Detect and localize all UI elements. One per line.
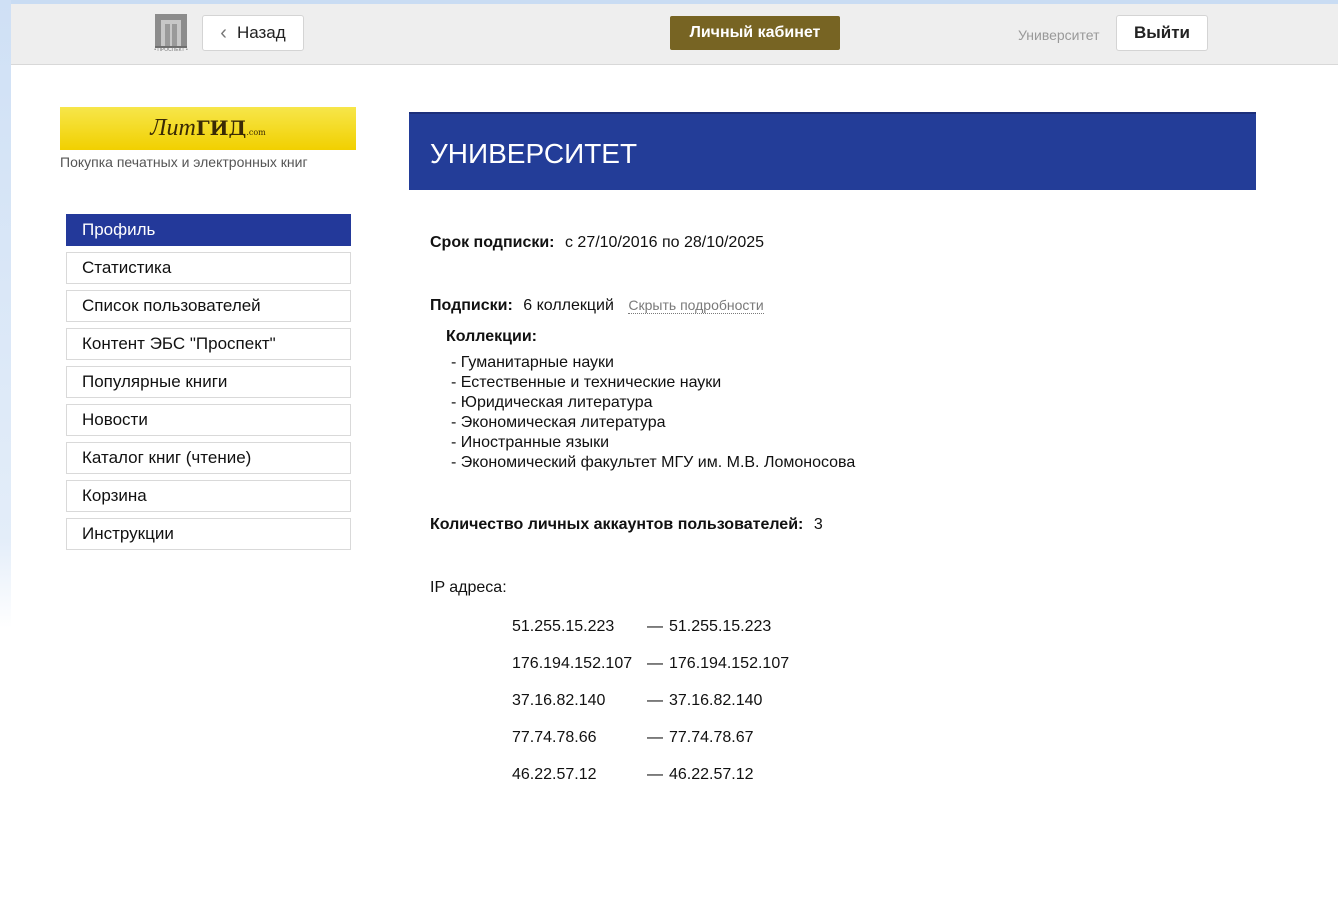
hide-details-link[interactable]: Скрыть подробности — [628, 297, 764, 314]
sidebar-item-cart[interactable]: Корзина — [66, 480, 351, 512]
logo-caption: • ПРОСПЕКТ • — [154, 47, 188, 53]
left-background-strip — [0, 0, 11, 897]
sidebar-item-catalog[interactable]: Каталог книг (чтение) — [66, 442, 351, 474]
chevron-left-icon: ‹ — [220, 22, 227, 44]
subscriptions: Подписки: 6 коллекций Скрыть подробности — [430, 297, 764, 315]
organization-name: Университет — [1018, 27, 1100, 43]
subscriptions-value: 6 коллекций — [523, 297, 614, 314]
table-row: 176.194.152.107 — 176.194.152.107 — [512, 655, 789, 692]
sidebar-item-profile[interactable]: Профиль — [66, 214, 351, 246]
back-button[interactable]: ‹ Назад — [202, 15, 304, 51]
ip-addresses-label: IP адреса: — [430, 579, 507, 596]
sidebar-item-news[interactable]: Новости — [66, 404, 351, 436]
personal-cabinet-button[interactable]: Личный кабинет — [670, 16, 840, 50]
ip-from: 37.16.82.140 — [512, 692, 606, 709]
sidebar-menu: Профиль Статистика Список пользователей … — [66, 214, 351, 556]
subscription-period-label: Срок подписки: — [430, 234, 555, 251]
litgid-banner[interactable]: ЛитГИД.com — [60, 107, 356, 150]
list-item: - Иностранные языки — [451, 434, 610, 451]
litgid-tagline: Покупка печатных и электронных книг — [60, 154, 308, 170]
sidebar-item-popular-books[interactable]: Популярные книги — [66, 366, 351, 398]
page-header: УНИВЕРСИТЕТ — [409, 112, 1256, 190]
ip-separator: — — [647, 692, 663, 709]
ip-from: 176.194.152.107 — [512, 655, 633, 672]
subscriptions-label: Подписки: — [430, 297, 513, 314]
ip-separator: — — [647, 766, 663, 783]
ip-to: 37.16.82.140 — [669, 692, 763, 709]
subscription-period-value: с 27/10/2016 по 28/10/2025 — [564, 234, 765, 251]
subscription-period: Срок подписки: с 27/10/2016 по 28/10/202… — [430, 234, 764, 252]
top-bar: • ПРОСПЕКТ • ‹ Назад Личный кабинет Унив… — [11, 4, 1338, 65]
table-row: 46.22.57.12 — 46.22.57.12 — [512, 766, 789, 803]
list-item: - Юридическая литература — [451, 394, 653, 411]
sidebar-item-statistics[interactable]: Статистика — [66, 252, 351, 284]
logout-button[interactable]: Выйти — [1116, 15, 1208, 51]
ip-from: 77.74.78.66 — [512, 729, 597, 746]
ip-to: 176.194.152.107 — [669, 655, 790, 672]
sidebar-item-users[interactable]: Список пользователей — [66, 290, 351, 322]
collections-label: Коллекции: — [446, 328, 537, 345]
list-item: - Естественные и технические науки — [451, 374, 722, 391]
table-row: 77.74.78.66 — 77.74.78.67 — [512, 729, 789, 766]
ip-from: 51.255.15.223 — [512, 618, 615, 635]
ip-separator: — — [647, 618, 663, 635]
collection-list: - Гуманитарные науки - Естественные и те… — [451, 353, 855, 473]
ip-to: 51.255.15.223 — [669, 618, 772, 635]
table-row: 37.16.82.140 — 37.16.82.140 — [512, 692, 789, 729]
list-item: - Экономический факультет МГУ им. М.В. Л… — [451, 454, 856, 471]
list-item: - Экономическая литература — [451, 414, 666, 431]
ip-from: 46.22.57.12 — [512, 766, 597, 783]
table-row: 51.255.15.223 — 51.255.15.223 — [512, 618, 789, 655]
ip-table: 51.255.15.223 — 51.255.15.223 176.194.15… — [512, 618, 789, 803]
back-button-label: Назад — [236, 23, 286, 42]
prospekt-logo-icon[interactable]: • ПРОСПЕКТ • — [149, 12, 193, 56]
ip-to: 46.22.57.12 — [669, 766, 754, 783]
sidebar-item-instructions[interactable]: Инструкции — [66, 518, 351, 550]
ip-to: 77.74.78.67 — [669, 729, 754, 746]
accounts-count-label: Количество личных аккаунтов пользователе… — [430, 516, 804, 533]
ip-separator: — — [647, 729, 663, 746]
list-item: - Гуманитарные науки — [451, 354, 614, 371]
page-title: УНИВЕРСИТЕТ — [430, 138, 638, 169]
sidebar-item-content[interactable]: Контент ЭБС "Проспект" — [66, 328, 351, 360]
litgid-logo: ЛитГИД.com — [150, 115, 266, 141]
accounts-count: Количество личных аккаунтов пользователе… — [430, 516, 823, 534]
ip-separator: — — [647, 655, 663, 672]
accounts-count-value: 3 — [813, 516, 823, 533]
